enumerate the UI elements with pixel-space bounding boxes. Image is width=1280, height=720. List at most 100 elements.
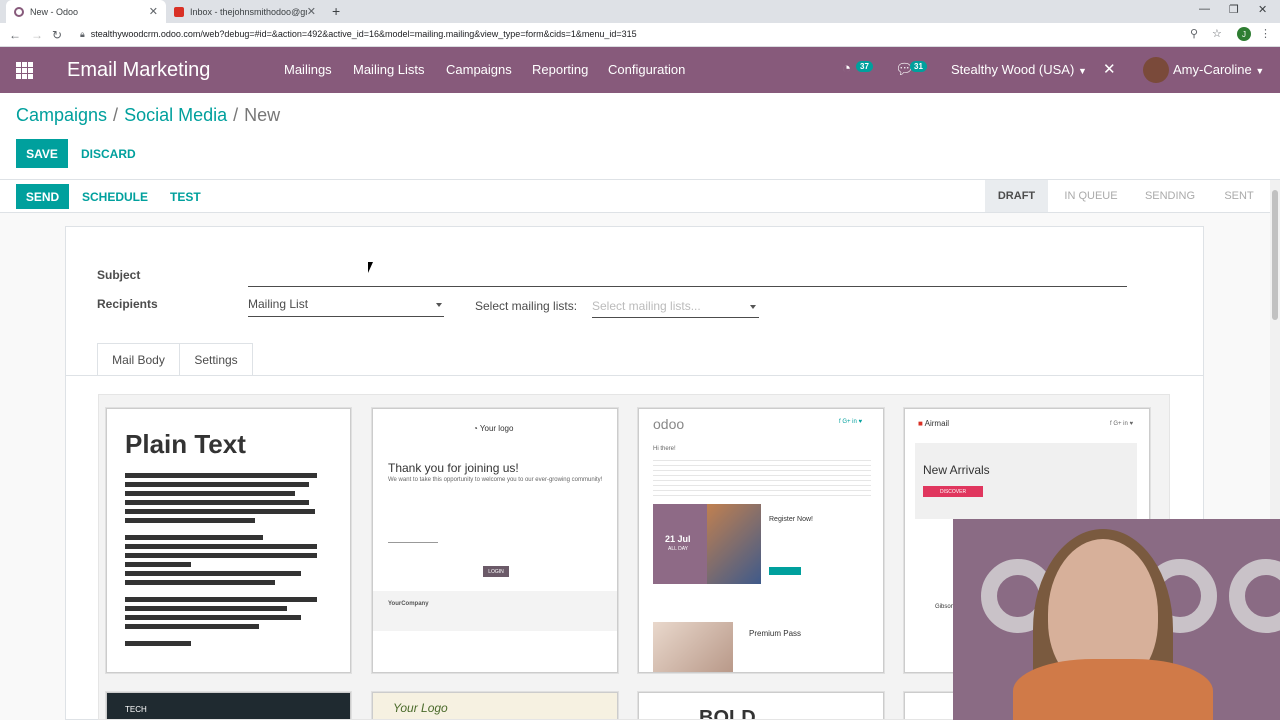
template-hero — [915, 443, 1137, 519]
gmail-favicon-icon — [174, 6, 184, 17]
event-date: 21 Jul — [665, 534, 691, 544]
template-food-image — [653, 622, 733, 672]
event-premium: Premium Pass — [749, 629, 802, 638]
template-plain-text[interactable]: Plain Text — [106, 408, 351, 673]
recipients-label: Recipients — [97, 297, 158, 311]
back-icon[interactable]: ← — [9, 28, 21, 42]
browser-menu-icon[interactable]: ⋮ — [1260, 27, 1271, 40]
close-tab-icon[interactable]: ✕ — [149, 5, 158, 18]
menu-configuration[interactable]: Configuration — [608, 62, 685, 77]
lock-icon: 🔒︎ — [80, 29, 85, 39]
url-text: stealthywoodcrm.odoo.com/web?debug=#id=&… — [90, 29, 637, 39]
url-field[interactable]: 🔒︎ stealthywoodcrm.odoo.com/web?debug=#id… — [80, 29, 637, 40]
template-body: We want to take this opportunity to welc… — [388, 477, 603, 483]
template-login-button: LOGIN — [483, 566, 509, 577]
menu-campaigns[interactable]: Campaigns — [446, 62, 512, 77]
stage-in-queue[interactable]: IN QUEUE — [1054, 180, 1128, 212]
chevron-down-icon — [436, 303, 442, 307]
forward-icon[interactable]: → — [31, 28, 43, 42]
template-welcome[interactable]: ◔ Your logo Thank you for joining us! We… — [372, 408, 618, 673]
menu-mailing-lists[interactable]: Mailing Lists — [353, 62, 425, 77]
social-icons: f G+ in ♥ — [839, 419, 863, 425]
breadcrumb-current: New — [244, 105, 281, 125]
template-logo: odoo — [653, 416, 685, 432]
browser-tab-gmail[interactable]: Inbox - thejohnsmithodoo@gma ✕ — [166, 0, 324, 23]
template-company: YourCompany — [388, 601, 429, 607]
minimize-window-icon[interactable]: — — [1199, 3, 1210, 15]
template-cta — [769, 567, 801, 575]
app-name[interactable]: Email Marketing — [67, 59, 210, 82]
mailing-lists-input[interactable]: Select mailing lists... — [592, 299, 701, 313]
form-statusbar: SEND SCHEDULE TEST DRAFT IN QUEUE SENDIN… — [0, 180, 1280, 213]
airmail-product: Gibson — [935, 604, 955, 610]
mouse-cursor-icon — [368, 262, 373, 273]
template-event[interactable]: odoo f G+ in ♥ Hi there! 21 Jul ALL DAY … — [638, 408, 884, 673]
template-bold[interactable]: BOLD — [638, 692, 884, 720]
stage-draft[interactable]: DRAFT — [985, 180, 1048, 212]
presenter-body — [1013, 659, 1213, 720]
mailing-lists-label: Select mailing lists: — [475, 299, 578, 313]
bookmark-star-icon[interactable]: ☆ — [1212, 27, 1222, 40]
event-register: Register Now! — [769, 516, 813, 523]
tab-settings[interactable]: Settings — [179, 343, 253, 376]
template-title: Plain Text — [125, 429, 246, 459]
stage-sent[interactable]: SENT — [1210, 180, 1268, 212]
template-heading: Thank you for joining us! — [388, 461, 519, 475]
breadcrumb-social-media[interactable]: Social Media — [124, 105, 227, 125]
chevron-down-icon: ▼ — [1077, 66, 1087, 76]
close-window-icon[interactable]: ✕ — [1258, 3, 1267, 16]
page-scroll-thumb[interactable] — [1272, 190, 1278, 320]
template-crowd-image — [707, 504, 761, 584]
chevron-down-icon: ▼ — [1255, 66, 1265, 76]
user-avatar[interactable] — [1143, 57, 1169, 83]
recipients-underline — [248, 316, 444, 317]
restore-window-icon[interactable]: ❐ — [1229, 3, 1239, 16]
profile-avatar[interactable]: J — [1237, 27, 1251, 41]
subject-input[interactable] — [248, 286, 1127, 287]
template-footer — [373, 591, 617, 631]
chevron-down-icon — [750, 305, 756, 309]
template-logo: TECH — [125, 705, 147, 714]
address-bar: ← → ↻ 🔒︎ stealthywoodcrm.odoo.com/web?deb… — [0, 23, 1280, 47]
top-navbar: Email Marketing Mailings Mailing Lists C… — [0, 47, 1280, 93]
signature-image — [388, 521, 438, 543]
logo-icon: ◔ — [473, 424, 478, 433]
apps-menu-icon[interactable] — [16, 62, 34, 79]
browser-tab-odoo[interactable]: New - Odoo ✕ — [6, 0, 166, 23]
activity-count-badge: 37 — [856, 61, 873, 72]
activity-clock-icon[interactable]: ◔ — [842, 60, 851, 77]
template-tech[interactable]: TECH — [106, 692, 351, 719]
close-tab-icon[interactable]: ✕ — [307, 5, 316, 18]
browser-tab-strip: New - Odoo ✕ Inbox - thejohnsmithodoo@gm… — [0, 0, 1280, 23]
template-logo: BOLD — [699, 707, 756, 720]
template-date-block: 21 Jul ALL DAY — [653, 504, 707, 584]
breadcrumb-campaigns[interactable]: Campaigns — [16, 105, 107, 125]
template-logo: ■ Airmail — [918, 419, 949, 428]
new-tab-icon[interactable]: + — [332, 3, 340, 19]
airmail-heading: New Arrivals — [923, 463, 990, 477]
save-button[interactable]: SAVE — [16, 139, 68, 168]
mailing-lists-underline — [592, 317, 759, 318]
discard-button[interactable]: DISCARD — [81, 147, 136, 161]
test-button[interactable]: TEST — [170, 190, 201, 204]
zoom-icon[interactable]: ⚲ — [1190, 27, 1198, 40]
tab-mail-body[interactable]: Mail Body — [97, 343, 180, 376]
event-allday: ALL DAY — [668, 546, 689, 552]
reload-icon[interactable]: ↻ — [52, 28, 62, 42]
recipients-select[interactable]: Mailing List — [248, 297, 308, 311]
template-logo: ◔ Your logo — [473, 424, 513, 433]
company-switcher[interactable]: Stealthy Wood (USA) ▼ — [951, 62, 1087, 77]
airmail-logo-icon: ■ — [918, 419, 923, 428]
browser-tab-title: New - Odoo — [30, 6, 79, 17]
template-logo: Your Logo — [393, 701, 448, 715]
company-name: Stealthy Wood (USA) — [951, 62, 1075, 77]
user-menu[interactable]: Amy-Caroline ▼ — [1173, 62, 1264, 77]
schedule-button[interactable]: SCHEDULE — [82, 190, 148, 204]
template-your-logo[interactable]: Your Logo — [372, 692, 618, 719]
send-button[interactable]: SEND — [16, 184, 69, 209]
menu-mailings[interactable]: Mailings — [284, 62, 332, 77]
stage-sending[interactable]: SENDING — [1136, 180, 1204, 212]
subject-label: Subject — [97, 268, 141, 282]
debug-tools-icon[interactable]: ✕ — [1103, 60, 1116, 78]
menu-reporting[interactable]: Reporting — [532, 62, 588, 77]
